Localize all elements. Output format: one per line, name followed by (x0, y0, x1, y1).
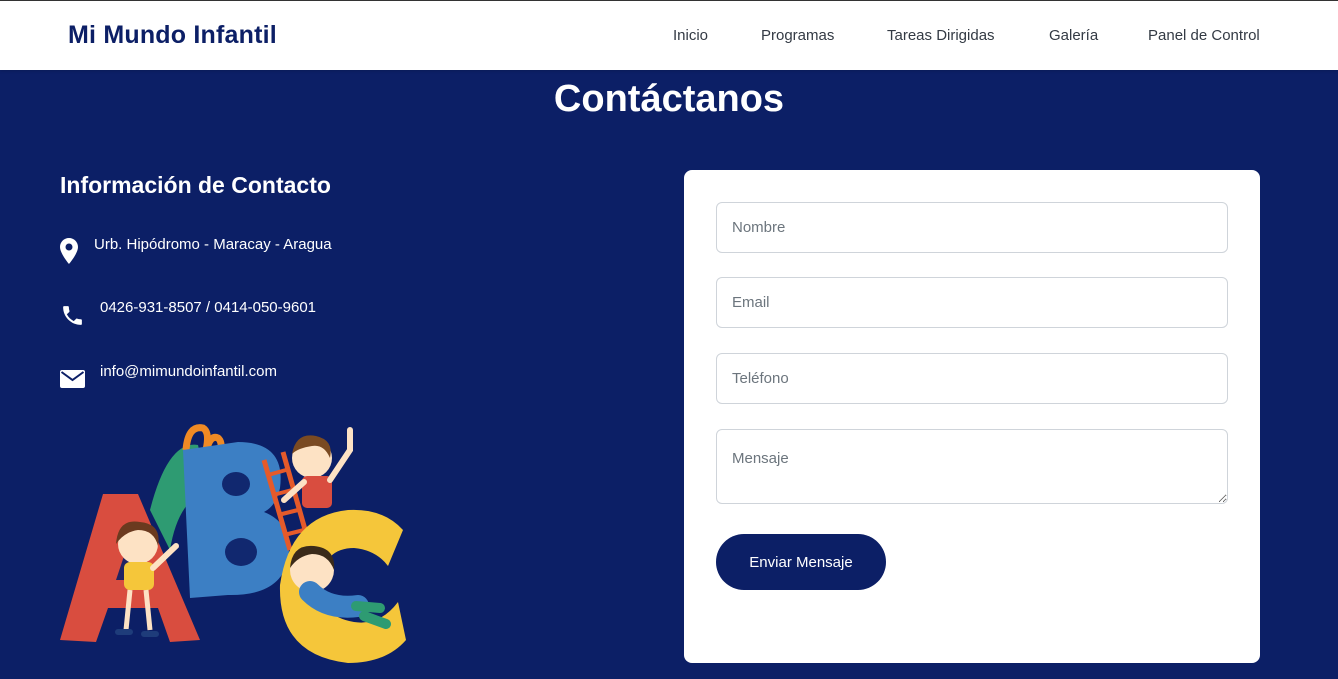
location-pin-icon (60, 238, 78, 264)
envelope-icon (60, 370, 85, 388)
email-field[interactable] (716, 277, 1228, 328)
name-field[interactable] (716, 202, 1228, 253)
nav-link-galeria[interactable]: Galería (1049, 27, 1098, 44)
contact-form: Enviar Mensaje (684, 170, 1260, 663)
message-field[interactable] (716, 429, 1228, 504)
submit-button[interactable]: Enviar Mensaje (716, 534, 886, 590)
phone-field[interactable] (716, 353, 1228, 404)
nav-link-panel-de-control[interactable]: Panel de Control (1148, 27, 1260, 44)
address-text: Urb. Hipódromo - Maracay - Aragua (94, 236, 332, 253)
nav-link-tareas-dirigidas[interactable]: Tareas Dirigidas (887, 27, 995, 44)
navbar: Mi Mundo Infantil Inicio Programas Tarea… (0, 0, 1338, 70)
abc-kids-illustration (60, 424, 406, 663)
contact-info-title: Información de Contacto (60, 172, 331, 198)
phone-icon (63, 306, 82, 325)
email-text: info@mimundoinfantil.com (100, 363, 277, 380)
main-nav: Inicio Programas Tareas Dirigidas Galerí… (0, 27, 1338, 47)
nav-link-inicio[interactable]: Inicio (673, 27, 708, 44)
nav-link-programas[interactable]: Programas (761, 27, 834, 44)
phone-text: 0426-931-8507 / 0414-050-9601 (100, 299, 317, 316)
section-title: Contáctanos (553, 78, 785, 120)
